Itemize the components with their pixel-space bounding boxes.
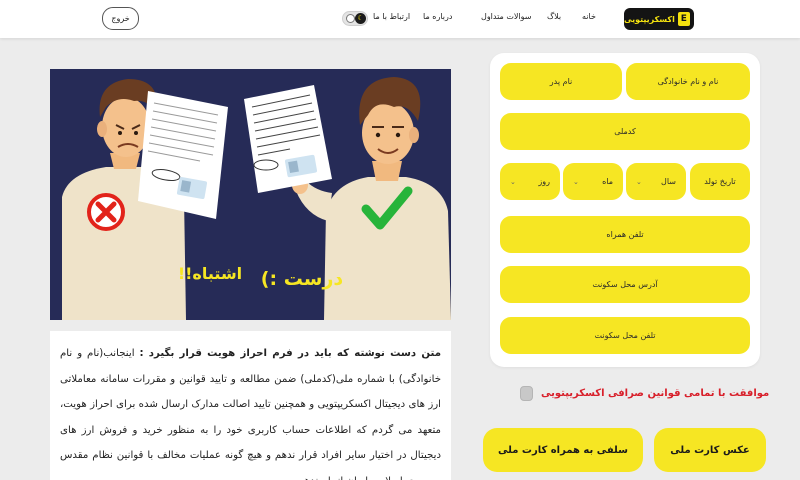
national-code-input[interactable]: کدملی <box>500 113 750 150</box>
handwritten-text-title: متن دست نوشته که باید در فرم احراز هویت … <box>139 348 441 359</box>
birth-day-value: روز <box>538 177 550 186</box>
wrong-handwritten-paper <box>138 91 228 219</box>
nav-item-home[interactable]: خانه <box>582 12 596 21</box>
terms-agreement-label: موافقت با تمامی قوانین صرافی اکسکریپتویی <box>541 387 770 399</box>
brand-logo[interactable]: E اکسکریپتویی <box>624 8 694 30</box>
chevron-down-icon: ⌄ <box>573 177 579 186</box>
nav-item-faq[interactable]: سوالات متداول <box>481 12 532 21</box>
logo-mark-icon: E <box>677 12 690 26</box>
upload-selfie-button[interactable]: سلفی به همراه کارت ملی <box>483 428 643 472</box>
identity-form: نام و نام خانوادگی نام پدر کدملی تاریخ ت… <box>490 53 760 367</box>
mobile-phone-input[interactable]: تلفن همراه <box>500 216 750 253</box>
birth-year-value: سال <box>661 177 676 186</box>
birth-year-select[interactable]: سال ⌄ <box>626 163 686 200</box>
birth-date-label: تاریخ تولد <box>690 163 750 200</box>
upload-id-card-button[interactable]: عکس کارت ملی <box>654 428 766 472</box>
nav-item-about[interactable]: درباره ما <box>423 12 452 21</box>
handwritten-text-card: متن دست نوشته که باید در فرم احراز هویت … <box>50 331 451 480</box>
nav-item-contact[interactable]: ارتباط با ما <box>373 12 410 21</box>
top-navbar: E اکسکریپتویی خانه بلاگ سوالات متداول در… <box>0 0 800 38</box>
birth-month-value: ماه <box>602 177 613 186</box>
verification-example-illustration: اشتباه!! درست :) <box>50 69 451 320</box>
home-address-input[interactable]: آدرس محل سکونت <box>500 266 750 303</box>
terms-checkbox[interactable] <box>520 385 533 401</box>
sun-icon <box>346 14 355 23</box>
theme-toggle[interactable]: ☾ <box>342 11 368 26</box>
handwritten-text-paragraph: متن دست نوشته که باید در فرم احراز هویت … <box>60 341 441 480</box>
moon-icon: ☾ <box>355 13 366 24</box>
terms-agreement: موافقت با تمامی قوانین صرافی اکسکریپتویی <box>520 384 769 402</box>
nav-item-blog[interactable]: بلاگ <box>547 12 561 21</box>
fullname-input[interactable]: نام و نام خانوادگی <box>626 63 750 100</box>
birth-day-select[interactable]: روز ⌄ <box>500 163 560 200</box>
home-phone-input[interactable]: تلفن محل سکونت <box>500 317 750 354</box>
brand-name: اکسکریپتویی <box>624 14 675 24</box>
father-name-input[interactable]: نام پدر <box>500 63 622 100</box>
chevron-down-icon: ⌄ <box>636 177 642 186</box>
birth-month-select[interactable]: ماه ⌄ <box>563 163 623 200</box>
wrong-label: اشتباه!! <box>178 264 242 283</box>
right-label: درست :) <box>261 268 344 290</box>
handwritten-text-body: اینجانب(نام و نام خانوادگی) با شماره ملی… <box>60 348 441 480</box>
chevron-down-icon: ⌄ <box>510 177 516 186</box>
logout-button[interactable]: خروج <box>102 7 139 30</box>
